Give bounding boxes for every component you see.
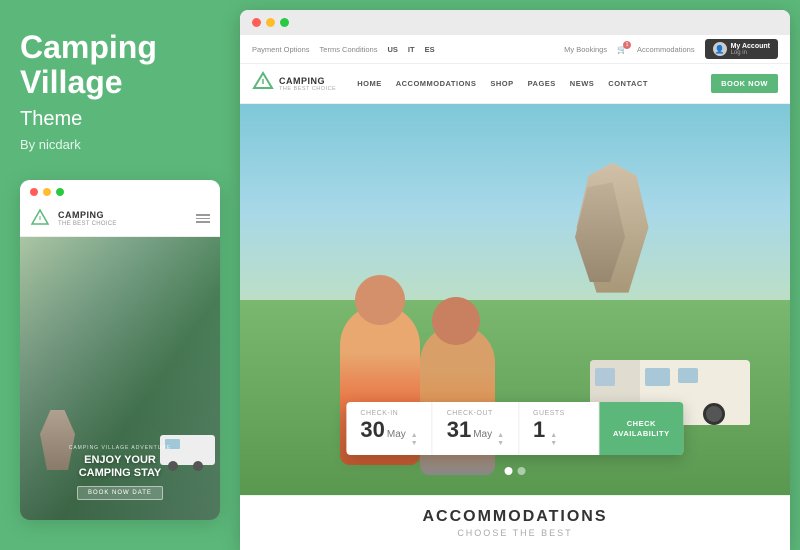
browser-mockup: Payment Options Terms Conditions US IT E…	[240, 10, 790, 550]
mobile-book-btn[interactable]: BOOK NOW DATE	[77, 486, 163, 500]
nav-home[interactable]: HOME	[350, 75, 389, 92]
browser-dot-yellow	[266, 18, 275, 27]
mobile-dot-green	[56, 188, 64, 196]
mobile-dot-yellow	[43, 188, 51, 196]
browser-dot-red	[252, 18, 261, 27]
mobile-nav: CAMPING THE BEST CHOICE	[20, 202, 220, 237]
slide-dot-1[interactable]	[505, 467, 513, 475]
guests-field: GUESTS 1 ▲ ▼	[519, 402, 599, 455]
mobile-hero-content: CAMPING VILLAGE ADVENTURE ENJOY YOUR CAM…	[20, 445, 220, 500]
cart-badge: 1	[623, 41, 631, 49]
top-bar-right: My Bookings 🛒 1 Accommodations 👤 My Acco…	[564, 39, 778, 59]
hero-sky	[240, 104, 790, 319]
nav-news[interactable]: NEWS	[563, 75, 602, 92]
nav-items: HOME ACCOMMODATIONS SHOP PAGES NEWS CONT…	[350, 75, 711, 92]
product-title: Camping Village	[20, 30, 220, 100]
rv-window-1	[645, 368, 670, 386]
checkin-field: CHECK-IN 30 May ▲ ▼	[346, 402, 432, 455]
mobile-dot-red	[30, 188, 38, 196]
hero-area: CHECK-IN 30 May ▲ ▼ CHECK-OUT 31 May ▲	[240, 104, 790, 495]
logo-icon	[252, 70, 274, 97]
accommodations-link[interactable]: Accommodations	[637, 45, 695, 54]
guests-down[interactable]: ▼	[550, 440, 557, 447]
checkout-up[interactable]: ▲	[497, 432, 504, 439]
checkout-field: CHECK-OUT 31 May ▲ ▼	[433, 402, 519, 455]
mobile-chrome-bar	[20, 180, 220, 202]
rv-wheel-2	[703, 403, 725, 425]
rv-window-2	[678, 368, 698, 383]
mobile-brand-text: CAMPING THE BEST CHOICE	[58, 210, 117, 227]
nav-pages[interactable]: PAGES	[521, 75, 563, 92]
avatar: 👤	[713, 42, 727, 56]
mobile-hero-image: CAMPING VILLAGE ADVENTURE ENJOY YOUR CAM…	[20, 237, 220, 520]
product-subtitle: Theme	[20, 108, 220, 131]
slide-dot-2[interactable]	[518, 467, 526, 475]
hero-slide-dots	[505, 467, 526, 475]
guests-up[interactable]: ▲	[550, 432, 557, 439]
checkin-stepper[interactable]: ▲ ▼	[411, 432, 418, 447]
mobile-mockup: CAMPING THE BEST CHOICE CAMPING VILLAGE …	[20, 180, 220, 520]
checkout-stepper[interactable]: ▲ ▼	[497, 432, 504, 447]
top-bar-left: Payment Options Terms Conditions US IT E…	[252, 45, 435, 54]
cart-icon-wrap[interactable]: 🛒 1	[617, 45, 627, 54]
checkin-down[interactable]: ▼	[411, 440, 418, 447]
mobile-logo-icon	[30, 208, 50, 228]
my-bookings-link[interactable]: My Bookings	[564, 45, 607, 54]
browser-dot-green	[280, 18, 289, 27]
checkin-up[interactable]: ▲	[411, 432, 418, 439]
book-now-button[interactable]: BOOK NOW	[711, 74, 778, 93]
guests-stepper[interactable]: ▲ ▼	[550, 432, 557, 447]
payment-options-link[interactable]: Payment Options	[252, 45, 310, 54]
accommodations-title: ACCOMMODATIONS	[260, 508, 770, 526]
booking-bar: CHECK-IN 30 May ▲ ▼ CHECK-OUT 31 May ▲	[346, 402, 683, 455]
accommodations-sub: CHOOSE THE BEST	[260, 528, 770, 538]
rv-cab-window	[595, 368, 615, 386]
checkout-down[interactable]: ▼	[497, 440, 504, 447]
site-top-bar: Payment Options Terms Conditions US IT E…	[240, 35, 790, 64]
nav-contact[interactable]: CONTACT	[601, 75, 655, 92]
terms-link[interactable]: Terms Conditions	[320, 45, 378, 54]
accommodations-section: ACCOMMODATIONS CHOOSE THE BEST	[240, 495, 790, 550]
lang-us[interactable]: US	[387, 45, 397, 54]
check-availability-button[interactable]: CHECK AVAILABILITY	[599, 402, 684, 455]
my-account-button[interactable]: 👤 My Account Log in	[705, 39, 778, 59]
lang-it[interactable]: IT	[408, 45, 415, 54]
product-author: By nicdark	[20, 137, 220, 152]
left-panel: Camping Village Theme By nicdark CAMPING…	[0, 0, 240, 550]
browser-chrome	[240, 10, 790, 35]
main-nav: CAMPING THE BEST CHOICE HOME ACCOMMODATI…	[240, 64, 790, 104]
mobile-menu-icon[interactable]	[196, 214, 210, 223]
site-logo[interactable]: CAMPING THE BEST CHOICE	[252, 70, 336, 97]
nav-accommodations[interactable]: ACCOMMODATIONS	[389, 75, 484, 92]
lang-es[interactable]: ES	[425, 45, 435, 54]
nav-shop[interactable]: SHOP	[483, 75, 520, 92]
